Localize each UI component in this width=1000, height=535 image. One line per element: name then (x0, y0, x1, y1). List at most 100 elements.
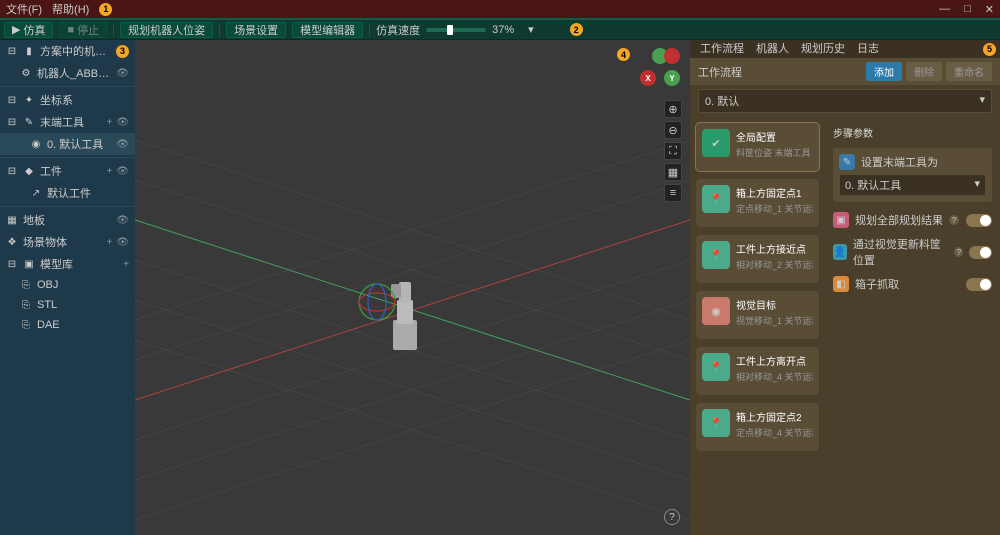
file-icon: ⎘ (20, 280, 32, 291)
tree-robot[interactable]: ⚙ 机器人_ABB_CRB_... 👁 (0, 62, 135, 84)
tree-dae[interactable]: ⎘DAE (0, 315, 135, 335)
visibility-icon[interactable]: 👁 (116, 237, 129, 248)
axis-neg[interactable] (664, 48, 680, 64)
tree-model-lib[interactable]: ⊟ ▣ 模型库 + (0, 253, 135, 275)
scene-tree-panel: ⊟ ▮ 方案中的机器人路径... 3 ⚙ 机器人_ABB_CRB_... 👁 ⊟… (0, 40, 135, 535)
axis-icon: ✦ (23, 95, 35, 106)
badge-1: 1 (99, 3, 112, 16)
step-title: 工件上方离开点 (736, 353, 813, 368)
step-icon: 📍 (702, 353, 730, 381)
menu-help[interactable]: 帮助(H) (52, 1, 89, 17)
workflow-title: 工作流程 (698, 64, 742, 80)
close-icon[interactable]: ✕ (985, 3, 994, 16)
add-icon[interactable]: + (123, 259, 129, 270)
add-icon[interactable]: + (106, 237, 112, 248)
axis-y-label[interactable]: Y (664, 70, 680, 86)
simulate-button[interactable]: ▶仿真 (4, 22, 53, 38)
expand-icon[interactable]: ⊟ (6, 46, 18, 57)
step-4[interactable]: 📍 工件上方离开点相对移动_4 关节运动 (696, 347, 819, 395)
step-1[interactable]: 📍箱上方固定点1定点移动_1 关节运动 (696, 179, 819, 227)
axis-gizmo[interactable]: X Y (640, 48, 680, 88)
tree-workpiece[interactable]: ⊟ ◆ 工件 +👁 (0, 160, 135, 182)
box-pick-label: 箱子抓取 (855, 276, 899, 292)
library-icon: ▣ (23, 259, 35, 270)
workflow-select[interactable]: 0. 默认▾ (698, 89, 992, 113)
play-icon: ▶ (12, 23, 20, 36)
add-icon[interactable]: + (106, 117, 112, 128)
delete-button[interactable]: 删除 (906, 62, 942, 81)
add-button[interactable]: 添加 (866, 62, 902, 81)
maximize-icon[interactable]: □ (964, 3, 971, 16)
tree-root[interactable]: ⊟ ▮ 方案中的机器人路径... 3 (0, 40, 135, 62)
objects-icon: ❖ (6, 237, 18, 248)
tab-log[interactable]: 日志 (851, 38, 885, 60)
step-0[interactable]: ✔全局配置料筐位姿 末端工具 执行配置 (696, 123, 819, 171)
chevron-down-icon: ▾ (979, 93, 985, 109)
set-tool-label: 设置末端工具为 (861, 154, 938, 170)
box-pick-toggle[interactable] (966, 278, 992, 291)
visibility-icon[interactable]: 👁 (116, 68, 129, 79)
zoom-out-icon[interactable]: ⊖ (664, 121, 682, 139)
tree-floor[interactable]: ▦ 地板 👁 (0, 209, 135, 231)
menu-file[interactable]: 文件(F) (6, 1, 42, 17)
step-icon: 📍 (702, 241, 730, 269)
step-title: 工件上方接近点 (736, 241, 813, 256)
step-subtitle: 视觉移动_1 关节运动 (736, 314, 813, 327)
settings-icon[interactable]: ≡ (664, 184, 682, 202)
robot-icon: ⚙ (20, 68, 32, 79)
tab-robot[interactable]: 机器人 (750, 38, 795, 60)
tab-plan-history[interactable]: 规划历史 (795, 38, 851, 60)
tree-default-tool[interactable]: ◉ 0. 默认工具 👁 (0, 133, 135, 155)
viewport-scene (135, 40, 690, 535)
tab-workflow[interactable]: 工作流程 (694, 38, 750, 60)
sim-speed-value: 37% (492, 24, 522, 36)
view-tools: ⊕ ⊖ ⛶ ▦ ≡ (664, 100, 682, 202)
chevron-down-icon[interactable]: ▾ (528, 23, 534, 36)
tree-default-workpiece[interactable]: ↗ 默认工件 (0, 182, 135, 204)
expand-icon[interactable]: ⊟ (6, 259, 18, 270)
model-editor-button[interactable]: 模型编辑器 (292, 22, 363, 38)
help-icon[interactable]: ? (949, 215, 959, 225)
step-icon: 📍 (702, 185, 730, 213)
visibility-icon[interactable]: 👁 (116, 166, 129, 177)
tool-select[interactable]: 0. 默认工具▾ (839, 174, 986, 196)
minimize-icon[interactable]: — (939, 3, 950, 16)
fit-view-icon[interactable]: ⛶ (664, 142, 682, 160)
workflow-header: 工作流程 添加 删除 重命名 (690, 58, 1000, 85)
add-icon[interactable]: + (106, 166, 112, 177)
box-icon: ◧ (833, 276, 849, 292)
visibility-icon[interactable]: 👁 (116, 215, 129, 226)
rename-button[interactable]: 重命名 (946, 62, 992, 81)
viewport-3d[interactable]: 4 X Y ⊕ ⊖ ⛶ ▦ ≡ ? (135, 40, 690, 535)
expand-icon[interactable]: ⊟ (6, 95, 18, 106)
expand-icon[interactable]: ⊟ (6, 117, 18, 128)
visibility-icon[interactable]: 👁 (116, 139, 129, 150)
scene-settings-button[interactable]: 场景设置 (226, 22, 286, 38)
expand-icon[interactable]: ⊟ (6, 166, 18, 177)
tree-end-tool[interactable]: ⊟ ✎ 末端工具 +👁 (0, 111, 135, 133)
tree-scene-obj[interactable]: ❖ 场景物体 +👁 (0, 231, 135, 253)
step-5[interactable]: 📍箱上方固定点2定点移动_4 关节运动 (696, 403, 819, 451)
sim-speed-slider[interactable]: 仿真速度 37% ▾ (376, 22, 534, 38)
stop-icon: ■ (67, 24, 74, 36)
axis-x-label[interactable]: X (640, 70, 656, 86)
help-icon[interactable]: ? (954, 247, 963, 257)
vision-update-toggle[interactable] (969, 246, 992, 259)
tree-coord[interactable]: ⊟ ✦ 坐标系 (0, 89, 135, 111)
help-icon[interactable]: ? (664, 509, 680, 525)
plan-all-toggle[interactable] (966, 214, 992, 227)
step-3[interactable]: ◉视觉目标视觉移动_1 关节运动 (696, 291, 819, 339)
step-subtitle: 相对移动_4 关节运动 (736, 370, 813, 383)
badge-2: 2 (570, 23, 583, 36)
tree-obj[interactable]: ⎘OBJ (0, 275, 135, 295)
plan-robot-pose-button[interactable]: 规划机器人位姿 (120, 22, 213, 38)
visibility-icon[interactable]: 👁 (116, 117, 129, 128)
ortho-icon[interactable]: ▦ (664, 163, 682, 181)
step-icon: 📍 (702, 409, 730, 437)
step-2[interactable]: 📍 工件上方接近点相对移动_2 关节运动 (696, 235, 819, 283)
tree-stl[interactable]: ⎘STL (0, 295, 135, 315)
right-panel: 工作流程 机器人 规划历史 日志 5 工作流程 添加 删除 重命名 0. 默认▾… (690, 40, 1000, 535)
zoom-in-icon[interactable]: ⊕ (664, 100, 682, 118)
step-subtitle: 相对移动_2 关节运动 (736, 258, 813, 271)
stop-button[interactable]: ■停止 (59, 22, 107, 38)
